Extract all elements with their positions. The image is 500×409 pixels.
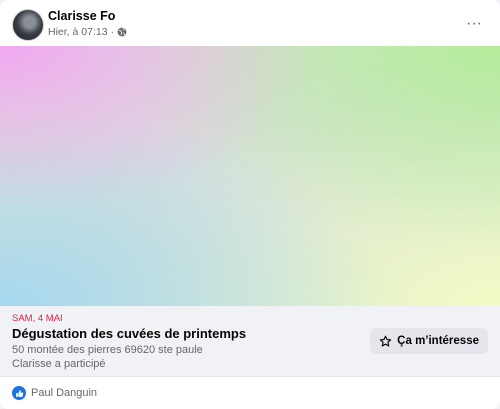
reactions-bar[interactable]: Paul Danguin — [0, 376, 500, 409]
event-title[interactable]: Dégustation des cuvées de printemps — [12, 326, 246, 341]
reaction-names[interactable]: Paul Danguin — [31, 387, 97, 399]
event-cover-image[interactable] — [0, 46, 500, 306]
interested-button-label: Ça m’intéresse — [397, 335, 479, 347]
event-details[interactable]: SAM, 4 MAI Dégustation des cuvées de pri… — [0, 306, 500, 376]
event-post-card: Clarisse Fo Hier, à 07:13 · ··· SAM, 4 M… — [0, 0, 500, 409]
timestamp[interactable]: Hier, à 07:13 · — [48, 26, 114, 38]
avatar[interactable] — [12, 9, 44, 41]
interested-button[interactable]: Ça m’intéresse — [370, 328, 488, 354]
globe-icon — [117, 27, 127, 37]
like-icon — [12, 386, 26, 400]
more-options-icon[interactable]: ··· — [462, 12, 486, 36]
participation-status: Clarisse a participé — [12, 358, 106, 370]
author-name[interactable]: Clarisse Fo — [48, 9, 115, 23]
event-date: SAM, 4 MAI — [12, 313, 63, 324]
post-header: Clarisse Fo Hier, à 07:13 · ··· — [0, 0, 500, 46]
star-icon — [379, 335, 392, 347]
event-address: 50 montée des pierres 69620 ste paule — [12, 344, 203, 356]
post-meta: Hier, à 07:13 · — [48, 26, 127, 38]
